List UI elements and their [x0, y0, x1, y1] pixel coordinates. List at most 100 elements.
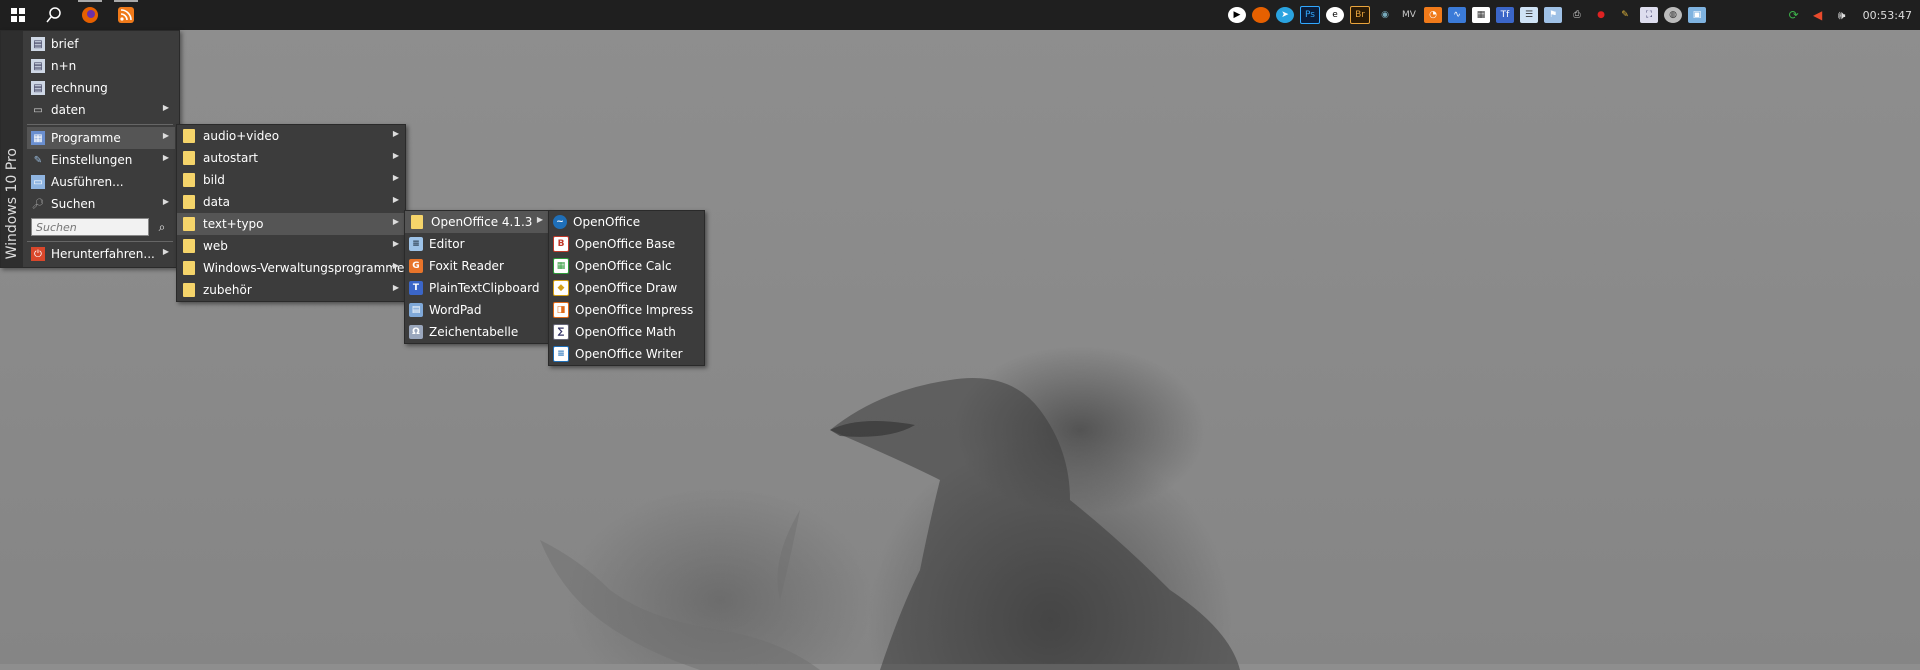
notepad-icon: ≡: [409, 237, 423, 251]
programs-item-audio-video[interactable]: audio+video ▶: [177, 125, 405, 147]
oo-item-writer[interactable]: ≡ OpenOffice Writer: [549, 343, 704, 365]
charmap-icon: Ω: [409, 325, 423, 339]
chart-icon[interactable]: ∿: [1448, 7, 1466, 23]
firefox-icon[interactable]: [1252, 7, 1270, 23]
calculator-icon[interactable]: ▦: [1472, 7, 1490, 23]
oo-item-impress[interactable]: ◨ OpenOffice Impress: [549, 299, 704, 321]
oo-item-base[interactable]: B OpenOffice Base: [549, 233, 704, 255]
programs-item-zubehoer[interactable]: zubehör ▶: [177, 279, 405, 301]
texttypo-item-plaintextclipboard[interactable]: T PlainTextClipboard: [405, 277, 549, 299]
chevron-right-icon: ▶: [392, 283, 399, 292]
globe-icon[interactable]: ◍: [1664, 7, 1682, 23]
telegram-icon[interactable]: ➤: [1276, 7, 1294, 23]
chevron-right-icon: ▶: [536, 215, 543, 224]
rss-feed-icon: [118, 7, 134, 23]
start-button[interactable]: [0, 0, 36, 30]
font-icon[interactable]: Tf: [1496, 7, 1514, 23]
rss-icon[interactable]: ◔: [1424, 7, 1442, 23]
window-icon[interactable]: ▣: [1688, 7, 1706, 23]
base-icon: B: [553, 236, 569, 252]
start-item-daten[interactable]: ▭ daten ▶: [27, 99, 175, 121]
start-search-input[interactable]: Suchen: [31, 218, 149, 236]
draw-icon: ◆: [553, 280, 569, 296]
programs-item-text-typo[interactable]: text+typo ▶: [177, 213, 405, 235]
printer-icon[interactable]: ⎙: [1568, 7, 1586, 23]
programs-item-bild[interactable]: bild ▶: [177, 169, 405, 191]
texttypo-item-zeichentabelle[interactable]: Ω Zeichentabelle: [405, 321, 549, 343]
chevron-right-icon: ▶: [392, 261, 399, 270]
start-item-ausfuehren[interactable]: ▭ Ausführen...: [27, 171, 175, 193]
start-item-einstellungen[interactable]: ✎ Einstellungen ▶: [27, 149, 175, 171]
oo-item-calc[interactable]: ▦ OpenOffice Calc: [549, 255, 704, 277]
network-icon[interactable]: ⟳: [1785, 7, 1803, 23]
programs-icon: ▦: [31, 131, 45, 145]
edge-icon[interactable]: e: [1326, 7, 1344, 23]
chevron-right-icon: ▶: [392, 151, 399, 160]
chevron-right-icon: ▶: [392, 129, 399, 138]
programs-item-web[interactable]: web ▶: [177, 235, 405, 257]
openoffice-submenu: ~ OpenOffice B OpenOffice Base ▦ OpenOffice…: [548, 210, 705, 366]
folder-icon: [183, 173, 195, 187]
programs-item-data[interactable]: data ▶: [177, 191, 405, 213]
menu-separator: [27, 124, 173, 125]
settings-icon: ✎: [33, 154, 43, 166]
search-icon: 🔎︎: [31, 198, 45, 210]
play-icon[interactable]: ▶: [1228, 7, 1246, 23]
flag-icon[interactable]: ⚑: [1544, 7, 1562, 23]
chevron-right-icon: ▶: [392, 239, 399, 248]
clipboard-icon: T: [409, 281, 423, 295]
taskbar-search-button[interactable]: [36, 0, 72, 30]
gold-icon[interactable]: ✎: [1616, 7, 1634, 23]
photoshop-icon[interactable]: Ps: [1300, 6, 1320, 24]
start-item-brief[interactable]: ▤ brief: [27, 33, 175, 55]
texttypo-item-wordpad[interactable]: ▤ WordPad: [405, 299, 549, 321]
math-icon: ∑: [553, 324, 569, 340]
oo-item-math[interactable]: ∑ OpenOffice Math: [549, 321, 704, 343]
screenshot-icon[interactable]: ⛶: [1640, 7, 1658, 23]
eye-icon[interactable]: ◉: [1376, 7, 1394, 23]
taskbar-clock[interactable]: 00:53:47: [1863, 9, 1912, 22]
chevron-right-icon: ▶: [392, 217, 399, 226]
mv-icon[interactable]: MV: [1400, 7, 1418, 23]
folder-icon: [183, 217, 195, 231]
firefox-icon: [82, 7, 98, 23]
foxit-icon: G: [409, 259, 423, 273]
search-go-icon[interactable]: ⌕: [153, 218, 171, 236]
folder-icon: [183, 239, 195, 253]
start-item-suchen[interactable]: 🔎︎ Suchen ▶: [27, 193, 175, 215]
taskbar-rss[interactable]: [108, 0, 144, 30]
antivirus-icon[interactable]: ◀: [1809, 7, 1827, 23]
programs-submenu: audio+video ▶ autostart ▶ bild ▶ data ▶ text…: [176, 124, 406, 302]
programs-item-autostart[interactable]: autostart ▶: [177, 147, 405, 169]
texttypo-item-foxit[interactable]: G Foxit Reader: [405, 255, 549, 277]
quicklaunch-tray: ▶ ➤ Ps e Br ◉ MV ◔ ∿ ▦ Tf ☰ ⚑ ⎙ ● ✎ ⛶ ◍ …: [1228, 0, 1712, 30]
wallpaper-raven: [830, 378, 1240, 670]
start-item-herunterfahren[interactable]: ⏻ Herunterfahren... ▶: [27, 243, 175, 265]
start-item-nn[interactable]: ▤ n+n: [27, 55, 175, 77]
start-menu-brand: Windows 10 Pro: [1, 31, 23, 267]
programs-item-windows-verwaltung[interactable]: Windows-Verwaltungsprogramme ▶: [177, 257, 405, 279]
run-icon: ▭: [31, 175, 45, 189]
start-item-programme[interactable]: ▦ Programme ▶: [27, 127, 175, 149]
chevron-right-icon: ▶: [392, 195, 399, 204]
folder-icon: [183, 129, 195, 143]
taskbar: ▶ ➤ Ps e Br ◉ MV ◔ ∿ ▦ Tf ☰ ⚑ ⎙ ● ✎ ⛶ ◍ …: [0, 0, 1920, 30]
bridge-icon[interactable]: Br: [1350, 6, 1370, 24]
oo-item-openoffice[interactable]: ~ OpenOffice: [549, 211, 704, 233]
writer-icon: ≡: [553, 346, 569, 362]
texttypo-item-openoffice[interactable]: OpenOffice 4.1.3 ▶: [405, 211, 549, 233]
oo-item-draw[interactable]: ◆ OpenOffice Draw: [549, 277, 704, 299]
start-menu: Windows 10 Pro ▤ brief ▤ n+n ▤ rechnung …: [0, 30, 180, 268]
volume-icon[interactable]: 🕪: [1833, 7, 1851, 23]
notes-icon[interactable]: ☰: [1520, 7, 1538, 23]
chevron-right-icon: ▶: [162, 131, 169, 140]
chevron-right-icon: ▶: [162, 153, 169, 162]
marker-icon[interactable]: ●: [1592, 7, 1610, 23]
taskbar-firefox[interactable]: [72, 0, 108, 30]
texttypo-submenu: OpenOffice 4.1.3 ▶ ≡ Editor G Foxit Reader …: [404, 210, 550, 344]
folder-icon: [411, 215, 423, 229]
start-item-rechnung[interactable]: ▤ rechnung: [27, 77, 175, 99]
texttypo-item-editor[interactable]: ≡ Editor: [405, 233, 549, 255]
document-icon: ▤: [31, 37, 45, 51]
system-tray: ⟳ ◀ 🕪 00:53:47: [1785, 0, 1920, 30]
